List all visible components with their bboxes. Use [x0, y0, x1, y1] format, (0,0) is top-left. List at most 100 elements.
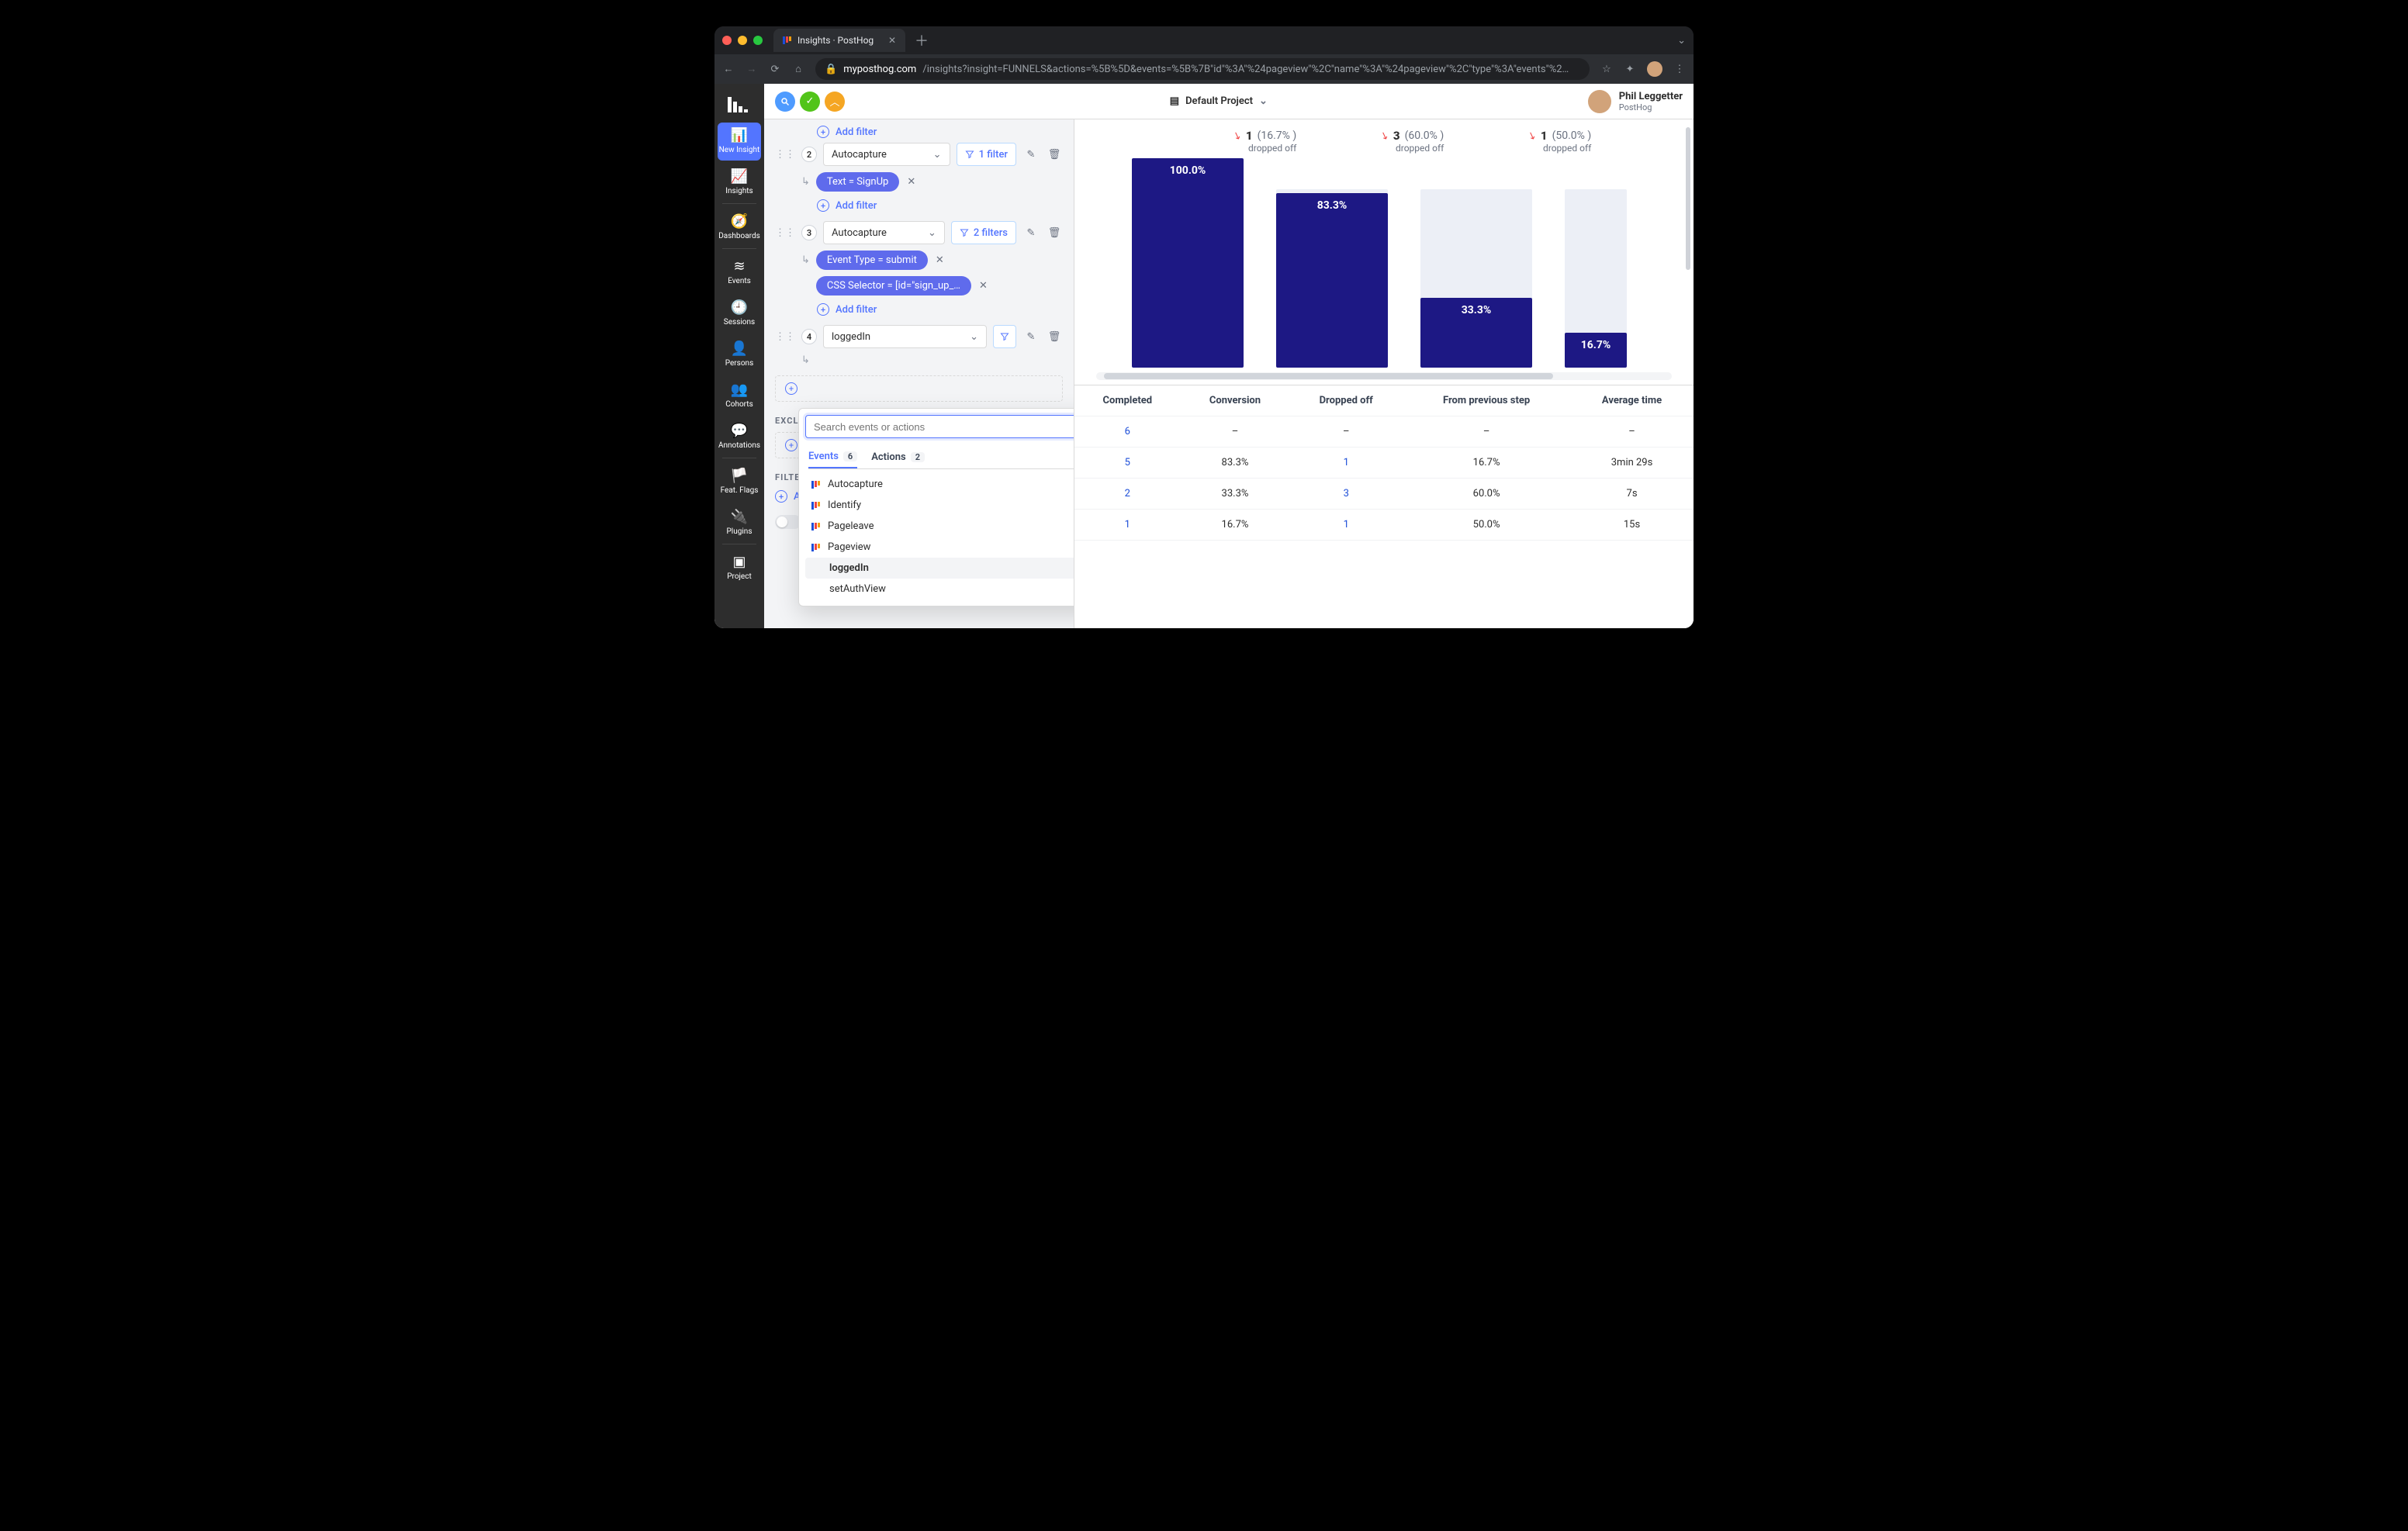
- funnel-icon: [1000, 332, 1009, 341]
- star-icon[interactable]: ☆: [1600, 64, 1613, 75]
- collapse-button[interactable]: ︿: [825, 92, 845, 112]
- drop-arrow-icon: ↘: [1379, 129, 1390, 143]
- new-tab-button[interactable]: ＋: [915, 30, 929, 50]
- filter-tag[interactable]: CSS Selector = [id="sign_up_…: [816, 276, 971, 295]
- sidebar-item-new-insight[interactable]: 📊 New Insight: [718, 123, 761, 161]
- edit-icon[interactable]: ✎: [1022, 331, 1040, 343]
- filter-tag[interactable]: Event Type = submit: [816, 251, 928, 270]
- event-option[interactable]: Pageview: [805, 537, 1074, 558]
- filter-button[interactable]: [993, 325, 1016, 348]
- drag-handle-icon[interactable]: ⋮⋮: [775, 227, 795, 239]
- reload-button[interactable]: ⟳: [769, 64, 781, 75]
- cell-completed[interactable]: 1: [1074, 510, 1181, 541]
- gauge-icon: 🧭: [731, 215, 748, 229]
- vertical-scrollbar[interactable]: [1684, 119, 1692, 628]
- toggle-switch[interactable]: [775, 515, 801, 529]
- trend-icon: 📈: [731, 170, 748, 184]
- user-menu[interactable]: Phil Leggetter PostHog: [1588, 90, 1683, 113]
- filter-tag[interactable]: Text = SignUp: [816, 172, 899, 192]
- sidebar-item-insights[interactable]: 📈Insights: [718, 164, 761, 202]
- add-filter-step1[interactable]: + Add filter: [817, 126, 1063, 138]
- posthog-logo-icon[interactable]: [724, 88, 755, 119]
- funnel-bar[interactable]: 33.3%: [1420, 158, 1532, 368]
- horizontal-scrollbar[interactable]: [1096, 372, 1672, 380]
- table-row: 6––––: [1074, 416, 1694, 448]
- step-number: 2: [801, 147, 817, 162]
- kebab-menu-icon[interactable]: ⋮: [1673, 64, 1686, 75]
- sidebar-item-feature-flags[interactable]: 🏳️Feat. Flags: [718, 463, 761, 501]
- maximize-window-icon[interactable]: [753, 36, 763, 45]
- sidebar-item-cohorts[interactable]: 👥Cohorts: [718, 377, 761, 415]
- results-pane: ↘1 (16.7% )dropped off↘3 (60.0% )dropped…: [1074, 119, 1694, 628]
- edit-icon[interactable]: ✎: [1022, 149, 1040, 161]
- cell-dropped[interactable]: 1: [1289, 510, 1403, 541]
- tab-actions[interactable]: Actions 2: [871, 446, 925, 468]
- event-option[interactable]: Pageleave: [805, 516, 1074, 537]
- event-select[interactable]: loggedIn ⌄: [823, 325, 987, 348]
- search-input[interactable]: [805, 415, 1074, 438]
- event-option[interactable]: setAuthView: [805, 579, 1074, 600]
- funnel-bar[interactable]: 16.7%: [1565, 158, 1627, 368]
- cell-dropped[interactable]: 1: [1289, 448, 1403, 479]
- event-select[interactable]: Autocapture ⌄: [823, 221, 945, 244]
- sidebar-item-persons[interactable]: 👤Persons: [718, 336, 761, 374]
- funnel-bar[interactable]: 100.0%: [1132, 158, 1244, 368]
- event-option[interactable]: loggedIn: [805, 558, 1074, 579]
- remove-tag-icon[interactable]: ✕: [979, 280, 988, 292]
- sidebar-item-project[interactable]: ▣Project: [718, 549, 761, 587]
- cell-completed[interactable]: 2: [1074, 479, 1181, 510]
- step-number: 3: [801, 225, 817, 240]
- project-switcher[interactable]: ▤ Default Project ⌄: [849, 95, 1588, 107]
- add-filter-step3[interactable]: + Add filter: [817, 303, 1063, 316]
- sidebar-item-sessions[interactable]: 🕘Sessions: [718, 295, 761, 333]
- url-host: myposthog.com: [843, 64, 916, 75]
- home-button[interactable]: ⌂: [792, 63, 804, 75]
- plus-circle-icon: +: [817, 303, 829, 316]
- sidebar-item-annotations[interactable]: 💬Annotations: [718, 418, 761, 456]
- delete-icon[interactable]: 🗑: [1046, 149, 1063, 161]
- sidebar-item-dashboards[interactable]: 🧭Dashboards: [718, 209, 761, 247]
- add-filter-step2[interactable]: + Add filter: [817, 199, 1063, 212]
- address-bar[interactable]: 🔒 myposthog.com/insights?insight=FUNNELS…: [815, 58, 1590, 80]
- drag-handle-icon[interactable]: ⋮⋮: [775, 331, 795, 343]
- close-window-icon[interactable]: [722, 36, 732, 45]
- minimize-window-icon[interactable]: [738, 36, 747, 45]
- add-funnel-step[interactable]: +: [775, 375, 1063, 402]
- event-option[interactable]: Autocapture: [805, 474, 1074, 495]
- back-button[interactable]: ←: [722, 63, 735, 75]
- funnel-bar[interactable]: 83.3%: [1276, 158, 1388, 368]
- cell-completed[interactable]: 6: [1074, 416, 1181, 448]
- delete-icon[interactable]: 🗑: [1046, 331, 1063, 343]
- remove-tag-icon[interactable]: ✕: [907, 176, 915, 188]
- extensions-icon[interactable]: ✦: [1624, 64, 1636, 75]
- delete-icon[interactable]: 🗑: [1046, 227, 1063, 239]
- edit-icon[interactable]: ✎: [1022, 227, 1040, 239]
- funnel-step-3: ⋮⋮ 3 Autocapture ⌄ 2 filters: [775, 216, 1063, 320]
- clock-icon: 🕘: [731, 301, 748, 315]
- event-select[interactable]: Autocapture ⌄: [823, 143, 950, 166]
- sidebar-item-plugins[interactable]: 🔌Plugins: [718, 504, 761, 542]
- cell-completed[interactable]: 5: [1074, 448, 1181, 479]
- cell-dropped[interactable]: 3: [1289, 479, 1403, 510]
- status-ok-icon[interactable]: ✓: [800, 92, 820, 112]
- count-badge: 6: [843, 451, 857, 461]
- drag-handle-icon[interactable]: ⋮⋮: [775, 149, 795, 161]
- speech-icon: 💬: [731, 424, 748, 438]
- remove-tag-icon[interactable]: ✕: [936, 254, 944, 266]
- close-tab-icon[interactable]: ✕: [888, 35, 896, 46]
- browser-tab[interactable]: Insights · PostHog ✕: [773, 29, 905, 52]
- event-option[interactable]: Identify: [805, 495, 1074, 516]
- project-name: Default Project: [1185, 95, 1253, 107]
- search-button[interactable]: [775, 92, 795, 112]
- filter-count-button[interactable]: 1 filter: [957, 143, 1016, 166]
- funnel-bars: 100.0% 83.3% 33.3% 16.7%: [1085, 158, 1683, 368]
- tab-events[interactable]: Events 6: [808, 446, 857, 468]
- tabs-overflow-icon[interactable]: ⌄: [1677, 35, 1686, 47]
- sidebar-item-events[interactable]: ≋Events: [718, 254, 761, 292]
- cell-prev: 16.7%: [1403, 448, 1570, 479]
- filter-count-button[interactable]: 2 filters: [951, 221, 1016, 244]
- sidebar-item-label: New Insight: [719, 146, 760, 154]
- table-header: Average time: [1570, 385, 1694, 416]
- profile-avatar-icon[interactable]: [1647, 61, 1662, 77]
- app-root: 📊 New Insight 📈Insights 🧭Dashboards ≋Eve…: [714, 84, 1694, 628]
